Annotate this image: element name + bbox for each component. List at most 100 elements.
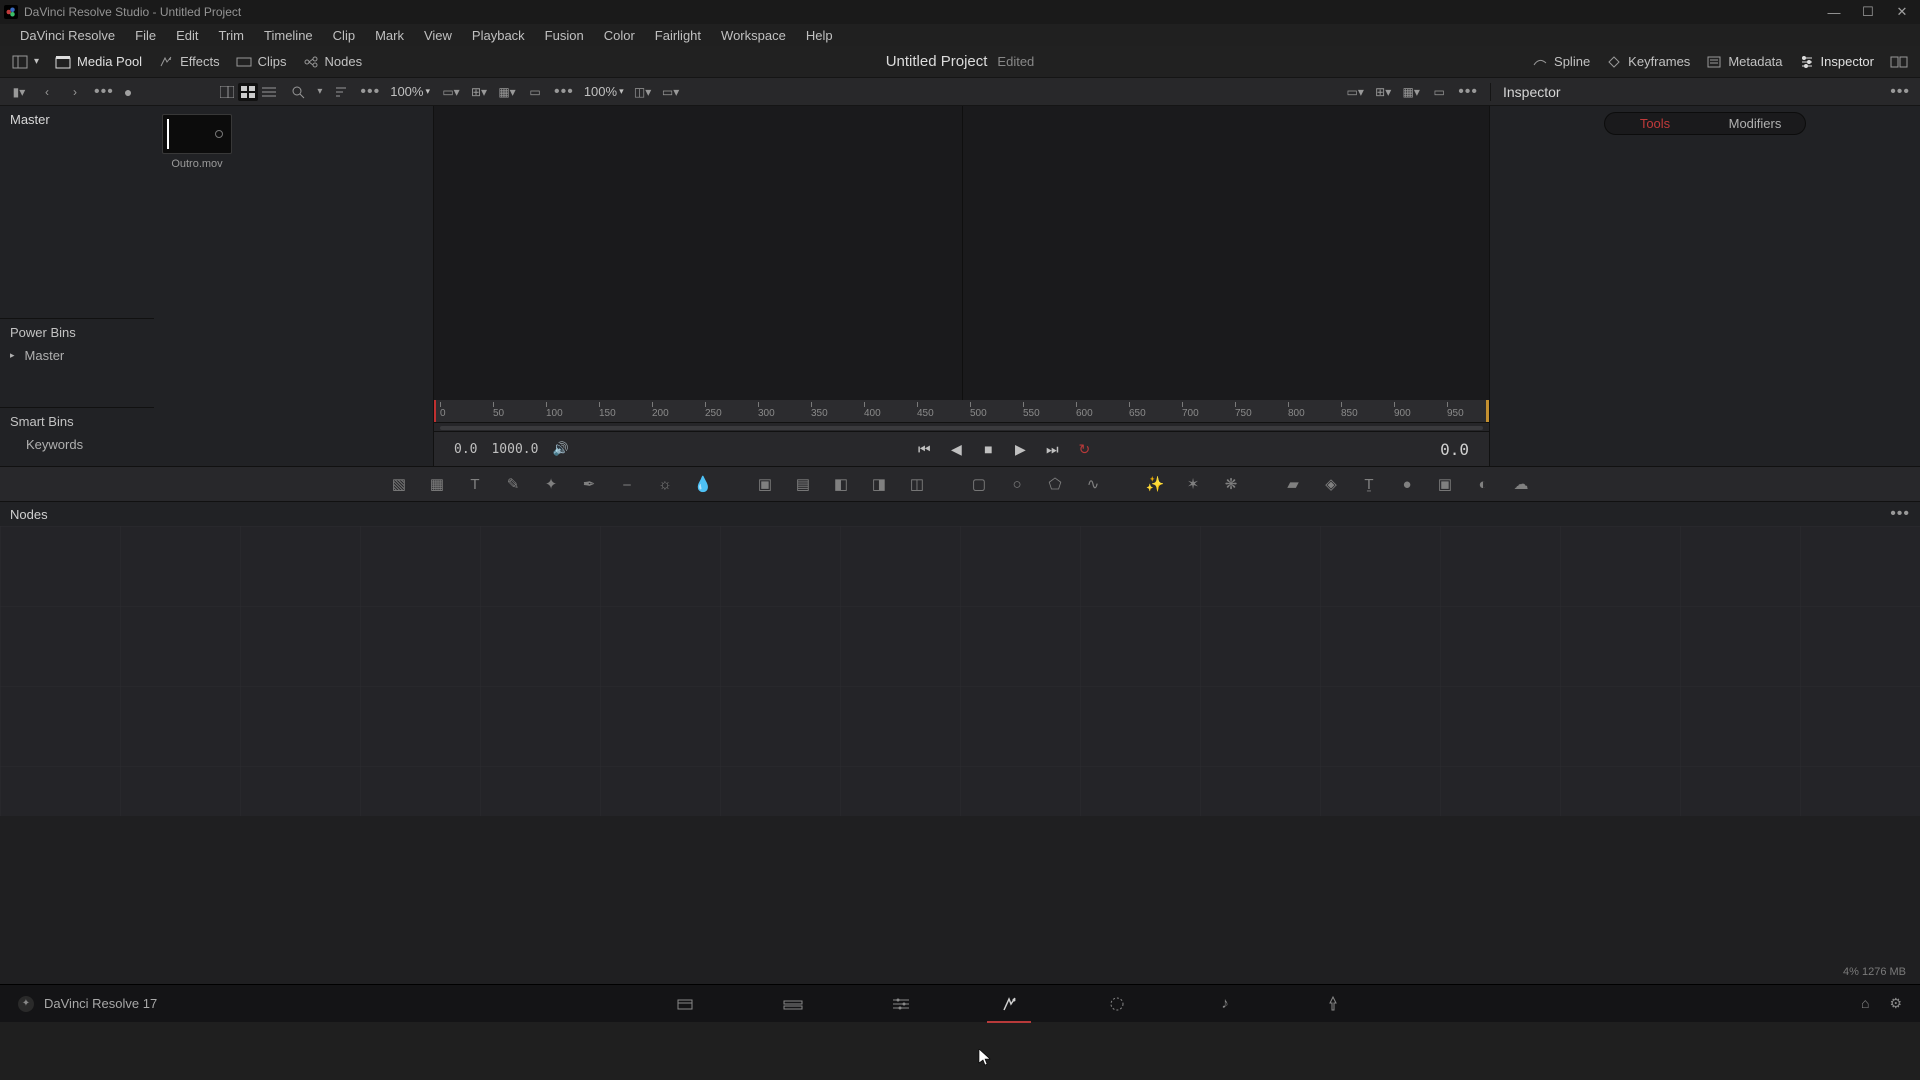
channel-tool-icon[interactable]: ◧ (831, 474, 851, 494)
page-fusion-button[interactable] (995, 990, 1023, 1018)
rectangle-mask-icon[interactable]: ▢ (969, 474, 989, 494)
nodes-graph[interactable] (0, 526, 1920, 816)
sidebar-power-bins[interactable]: Power Bins (0, 319, 154, 344)
current-time[interactable]: 0.0 (1440, 440, 1469, 459)
renderer3d-tool-icon[interactable]: ☁ (1511, 474, 1531, 494)
shape3d-tool-icon[interactable]: ● (1397, 474, 1417, 494)
page-deliver-button[interactable] (1319, 990, 1347, 1018)
viewer2-guides-icon[interactable]: ▭ (1430, 84, 1448, 100)
menu-playback[interactable]: Playback (462, 28, 535, 43)
inspector-tab-modifiers[interactable]: Modifiers (1705, 113, 1805, 134)
prev-clip-icon[interactable]: ‹ (38, 84, 56, 100)
clip-thumbnail[interactable]: Outro.mov (162, 114, 232, 170)
viewer-roi-icon[interactable]: ⊞▾ (470, 84, 488, 100)
menu-timeline[interactable]: Timeline (254, 28, 323, 43)
search-icon[interactable] (289, 84, 307, 100)
paint-tool-icon[interactable]: ✎ (503, 474, 523, 494)
spline-button[interactable]: Spline (1532, 54, 1590, 69)
range-end[interactable]: 1000.0 (491, 442, 538, 457)
blur-tool-icon[interactable]: 💧 (693, 474, 713, 494)
viewer1-more-icon[interactable]: ••• (554, 83, 574, 101)
merge-tool-icon[interactable]: ▣ (755, 474, 775, 494)
next-clip-icon[interactable]: › (66, 84, 84, 100)
menu-davinci-resolve[interactable]: DaVinci Resolve (10, 28, 125, 43)
menu-trim[interactable]: Trim (209, 28, 255, 43)
sidebar-keywords[interactable]: Keywords (0, 433, 154, 456)
polygon-mask-icon[interactable]: ⬠ (1045, 474, 1065, 494)
mask-pen-tool-icon[interactable]: ✒ (579, 474, 599, 494)
viewer2-roi-icon[interactable]: ⊞▾ (1374, 84, 1392, 100)
replicate-tool-icon[interactable]: ❋ (1221, 474, 1241, 494)
sidebar-master[interactable]: Master (0, 106, 154, 131)
panel-dropdown-button[interactable]: ▾ (12, 55, 39, 69)
thumbnail-view-icon[interactable] (238, 83, 258, 101)
zoom-viewer1[interactable]: 100%▾ (584, 84, 624, 99)
menu-fairlight[interactable]: Fairlight (645, 28, 711, 43)
resize-tool-icon[interactable]: ◫ (907, 474, 927, 494)
page-edit-button[interactable] (887, 990, 915, 1018)
viewer-guides-icon[interactable]: ▭ (526, 84, 544, 100)
menu-color[interactable]: Color (594, 28, 645, 43)
time-ruler[interactable]: 0501001502002503003504004505005506006507… (434, 400, 1489, 422)
viewer-canvas[interactable] (434, 106, 1489, 400)
maximize-button[interactable]: ☐ (1860, 4, 1876, 20)
project-settings-icon[interactable]: ⚙ (1889, 995, 1902, 1012)
keyframes-button[interactable]: Keyframes (1606, 54, 1690, 69)
brightness-tool-icon[interactable]: ☼ (655, 474, 675, 494)
sidebar-power-master[interactable]: ▸Master (0, 344, 154, 367)
metadata-view-icon[interactable] (217, 83, 237, 101)
zoom-left[interactable]: 100%▾ (390, 84, 430, 99)
menu-workspace[interactable]: Workspace (711, 28, 796, 43)
media-more-icon[interactable]: ••• (360, 83, 380, 101)
image-plane-tool-icon[interactable]: ◈ (1321, 474, 1341, 494)
viewer1-single-icon[interactable]: ▭▾ (662, 84, 680, 100)
particles-tool-icon[interactable]: ✶ (1183, 474, 1203, 494)
viewer2-grid-icon[interactable]: ▦▾ (1402, 84, 1420, 100)
step-back-button[interactable]: ◀ (947, 440, 965, 458)
clips-button[interactable]: Clips (236, 54, 287, 69)
text3d-tool-icon[interactable]: Ṯ (1359, 474, 1379, 494)
metadata-button[interactable]: Metadata (1706, 54, 1782, 69)
inspector-more-icon[interactable]: ••• (1890, 83, 1920, 101)
minimize-button[interactable]: — (1826, 4, 1842, 20)
viewer2-more-icon[interactable]: ••• (1458, 83, 1478, 101)
viewer-fit-icon[interactable]: ▭▾ (442, 84, 460, 100)
menu-mark[interactable]: Mark (365, 28, 414, 43)
stop-button[interactable]: ■ (979, 440, 997, 458)
media-options-icon[interactable]: ••• (94, 83, 114, 101)
background-tool-icon[interactable]: ▧ (389, 474, 409, 494)
wand-tool-icon[interactable]: ✨ (1145, 474, 1165, 494)
menu-view[interactable]: View (414, 28, 462, 43)
bin-view-icon[interactable]: ▮▾ (10, 84, 28, 100)
play-button[interactable]: ▶ (1011, 440, 1029, 458)
last-frame-button[interactable]: ⏭ (1043, 440, 1061, 458)
menu-clip[interactable]: Clip (323, 28, 365, 43)
sidebar-smart-bins[interactable]: Smart Bins (0, 408, 154, 433)
dual-screen-button[interactable] (1890, 55, 1908, 69)
viewer2-fit-icon[interactable]: ▭▾ (1346, 84, 1364, 100)
bspline-mask-icon[interactable]: ∿ (1083, 474, 1103, 494)
menu-edit[interactable]: Edit (166, 28, 208, 43)
merge3d-tool-icon[interactable]: ▣ (1435, 474, 1455, 494)
menu-fusion[interactable]: Fusion (535, 28, 594, 43)
home-icon[interactable]: ⌂ (1861, 995, 1869, 1012)
page-cut-button[interactable] (779, 990, 807, 1018)
page-fairlight-button[interactable]: ♪ (1211, 990, 1239, 1018)
ellipse-mask-icon[interactable]: ○ (1007, 474, 1027, 494)
inspector-button[interactable]: Inspector (1799, 54, 1874, 69)
viewer1-split-icon[interactable]: ◫▾ (634, 84, 652, 100)
nodes-more-icon[interactable]: ••• (1890, 505, 1910, 523)
tracker-tool-icon[interactable]: ✦ (541, 474, 561, 494)
media-pool-button[interactable]: Media Pool (55, 54, 142, 69)
page-color-button[interactable] (1103, 990, 1131, 1018)
effects-button[interactable]: Effects (158, 54, 220, 69)
transform-tool-icon[interactable]: ▤ (793, 474, 813, 494)
scrub-bar[interactable] (434, 422, 1489, 432)
menu-file[interactable]: File (125, 28, 166, 43)
volume-icon[interactable]: 🔊 (552, 441, 568, 457)
matte-tool-icon[interactable]: ◨ (869, 474, 889, 494)
sort-icon[interactable] (332, 84, 350, 100)
menu-help[interactable]: Help (796, 28, 843, 43)
range-start[interactable]: 0.0 (454, 442, 477, 457)
color-corrector-tool-icon[interactable]: ⎯ (617, 474, 637, 494)
